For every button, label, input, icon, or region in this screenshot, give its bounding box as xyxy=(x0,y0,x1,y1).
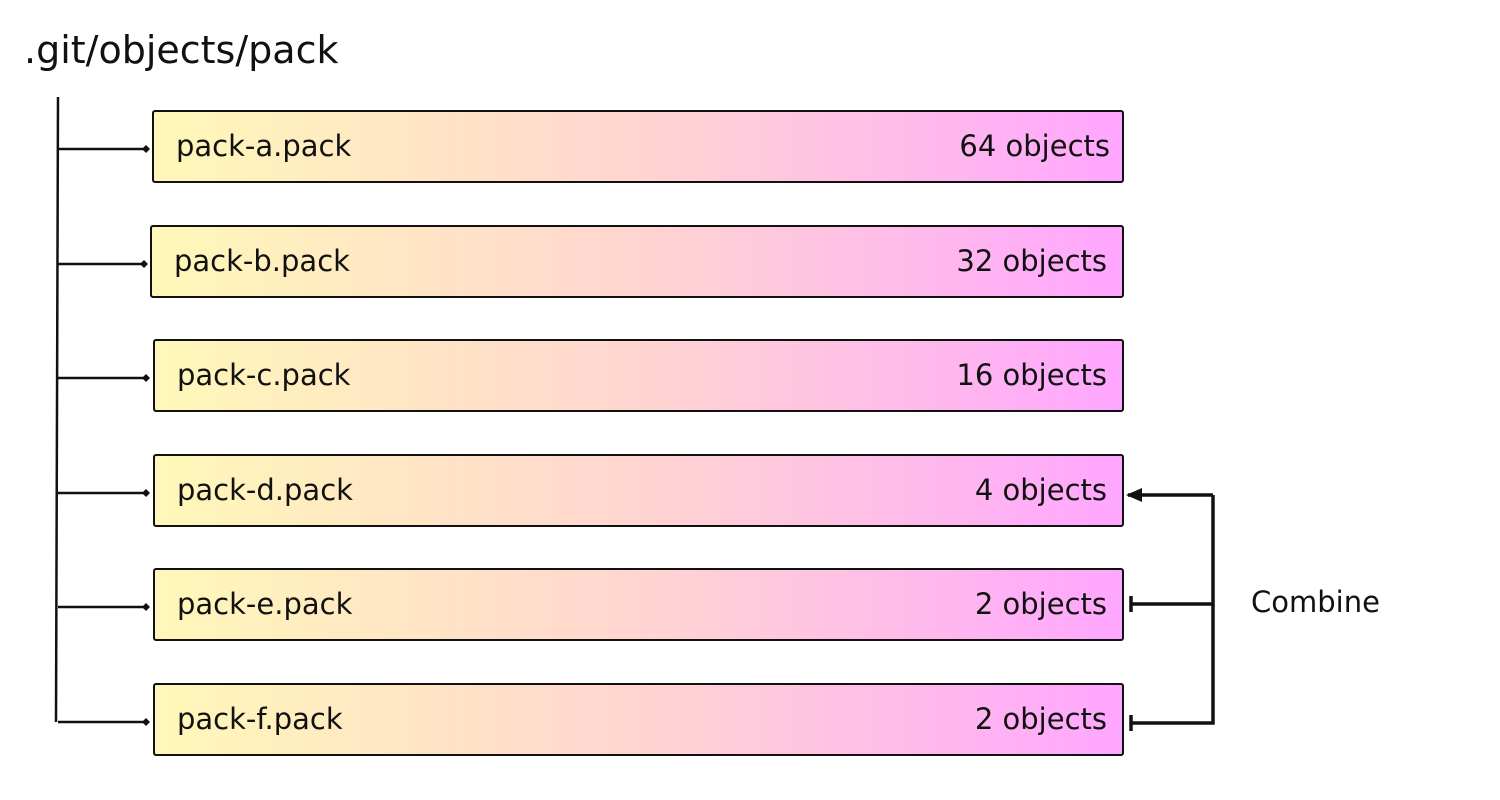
pack-object-count: 2 objects xyxy=(974,702,1107,736)
pack-box-e: pack-e.pack 2 objects xyxy=(153,568,1124,641)
pack-box-d: pack-d.pack 4 objects xyxy=(153,454,1124,527)
pack-box-c: pack-c.pack 16 objects xyxy=(153,339,1124,412)
pack-object-count: 2 objects xyxy=(974,587,1107,621)
directory-trunk-line xyxy=(54,96,60,723)
pack-object-count: 32 objects xyxy=(956,244,1107,278)
combine-bracket-lower xyxy=(1131,604,1215,725)
pack-name: pack-a.pack xyxy=(176,129,352,163)
pack-object-count: 64 objects xyxy=(959,129,1110,163)
pack-box-a: pack-a.pack 64 objects xyxy=(152,110,1124,183)
pack-name: pack-b.pack xyxy=(174,244,350,278)
pack-name: pack-e.pack xyxy=(177,587,353,621)
pack-name: pack-f.pack xyxy=(177,702,343,736)
pack-box-f: pack-f.pack 2 objects xyxy=(153,683,1124,756)
pack-name: pack-c.pack xyxy=(177,358,351,392)
pack-box-b: pack-b.pack 32 objects xyxy=(150,225,1124,298)
combine-bracket xyxy=(1131,495,1215,606)
pack-object-count: 4 objects xyxy=(974,473,1107,507)
pack-directory-diagram: .git/objects/pack pack-a.pack 64 objects… xyxy=(0,0,1500,800)
pack-name: pack-d.pack xyxy=(177,473,353,507)
combine-label: Combine xyxy=(1251,585,1380,619)
pack-object-count: 16 objects xyxy=(956,358,1107,392)
